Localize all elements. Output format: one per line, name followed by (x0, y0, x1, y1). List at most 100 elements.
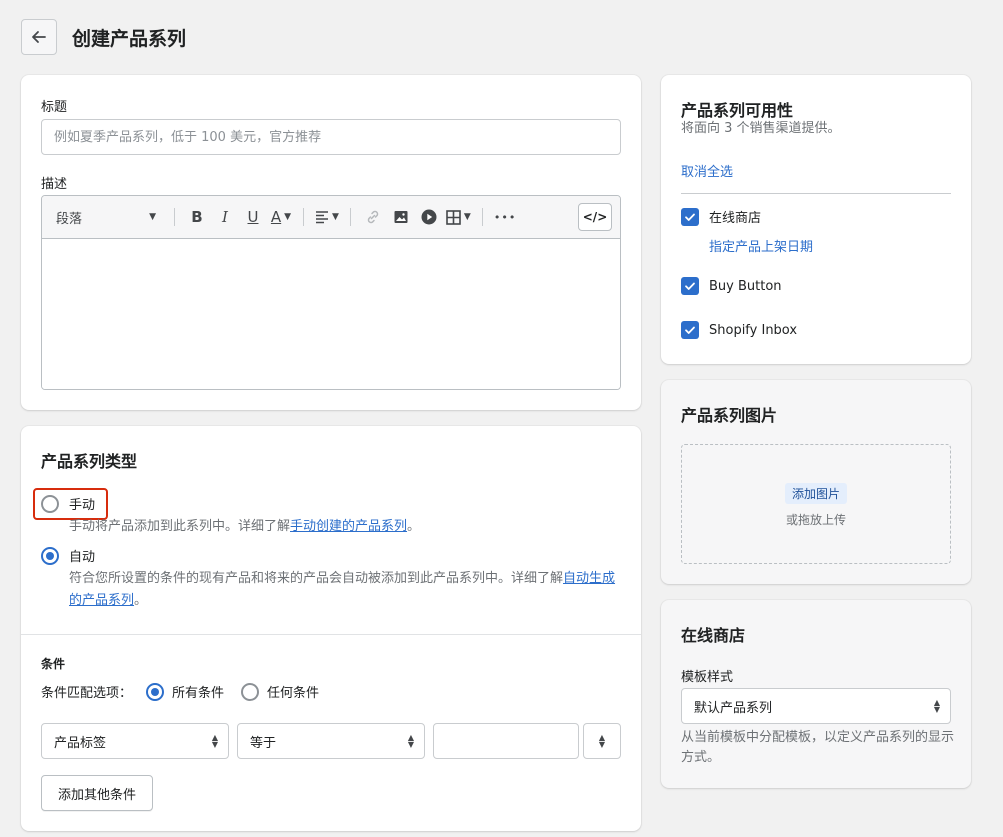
manual-help-prefix: 手动将产品添加到此系列中。详细了解 (69, 519, 291, 534)
title-input[interactable] (41, 119, 621, 155)
play-icon (421, 209, 437, 225)
chevron-down-icon: ▼ (332, 212, 339, 222)
chevron-down-icon: ▼ (149, 212, 156, 222)
condition-value-input[interactable] (433, 723, 579, 759)
bold-button[interactable]: B (186, 204, 208, 230)
toolbar-divider (303, 208, 304, 226)
checkmark-icon (685, 213, 695, 221)
description-editor: 段落 ▼ B I U A ▼ ▼ ▼ ••• </> (41, 195, 621, 390)
page-title: 创建产品系列 (72, 27, 187, 50)
table-icon (446, 209, 461, 225)
description-label: 描述 (41, 177, 68, 192)
shopify-inbox-checkbox[interactable] (681, 321, 699, 339)
collection-image-card: 产品系列图片 添加图片 或拖放上传 (661, 380, 971, 584)
automatic-radio-option[interactable]: 自动 (41, 546, 95, 565)
underline-button[interactable]: U (242, 204, 264, 230)
text-color-icon: A (270, 208, 282, 226)
section-divider (21, 634, 641, 635)
manual-radio-option[interactable]: 手动 (41, 494, 95, 513)
editor-toolbar: 段落 ▼ B I U A ▼ ▼ ▼ ••• </> (42, 196, 620, 239)
collection-type-card: 产品系列类型 手动 手动将产品添加到此系列中。详细了解手动创建的产品系列。 自动… (21, 426, 641, 831)
deselect-all-link[interactable]: 取消全选 (681, 161, 733, 180)
buy-button-label: Buy Button (709, 278, 782, 294)
collection-image-title: 产品系列图片 (681, 406, 778, 425)
title-label: 标题 (41, 100, 68, 115)
toolbar-divider (349, 208, 351, 226)
condition-operator-select[interactable]: 等于 ▲ ▼ (237, 723, 425, 759)
add-condition-button[interactable]: 添加其他条件 (41, 775, 154, 811)
format-select-value: 段落 (56, 211, 83, 227)
match-options: 条件匹配选项： 所有条件 任何条件 (41, 682, 319, 701)
all-conditions-label: 所有条件 (172, 686, 225, 701)
template-select-value: 默认产品系列 (694, 700, 773, 716)
link-icon (367, 210, 379, 224)
dropzone-hint: 或拖放上传 (785, 513, 846, 527)
automatic-label: 自动 (69, 550, 96, 565)
conditions-title: 条件 (41, 657, 66, 671)
manual-help-suffix: 。 (407, 519, 421, 534)
condition-field-value: 产品标签 (54, 735, 107, 751)
any-condition-label: 任何条件 (267, 686, 320, 701)
automatic-help-suffix: 。 (134, 593, 148, 608)
collection-type-title: 产品系列类型 (41, 452, 138, 471)
all-conditions-radio[interactable] (146, 682, 165, 701)
manual-help-text: 手动将产品添加到此系列中。详细了解手动创建的产品系列。 (69, 516, 420, 538)
toolbar-divider (481, 208, 483, 226)
channel-buy-button[interactable]: Buy Button (681, 277, 782, 295)
condition-value-stepper[interactable]: ▲ ▼ (583, 723, 621, 759)
online-store-checkbox[interactable] (681, 207, 699, 226)
automatic-help-text: 符合您所设置的条件的现有产品和将来的产品会自动被添加到此产品系列中。详细了解自动… (69, 568, 621, 612)
availability-subtitle: 将面向 3 个销售渠道提供。 (681, 121, 841, 136)
channel-online-store[interactable]: 在线商店 (681, 207, 761, 226)
online-store-label: 在线商店 (709, 211, 762, 226)
select-arrows-icon: ▲ ▼ (407, 733, 414, 749)
automatic-help-prefix: 符合您所设置的条件的现有产品和将来的产品会自动被添加到此产品系列中。详细了解 (69, 571, 564, 586)
select-arrows-icon: ▲ ▼ (598, 733, 606, 749)
online-store-title: 在线商店 (681, 626, 746, 645)
availability-divider (681, 193, 951, 194)
shopify-inbox-label: Shopify Inbox (709, 322, 798, 338)
code-view-button[interactable]: </> (578, 203, 612, 231)
format-select[interactable]: 段落 ▼ (56, 208, 166, 227)
arrow-left-icon (32, 31, 46, 43)
chevron-down-icon: ▼ (284, 212, 292, 222)
editor-content-area[interactable] (42, 239, 620, 389)
italic-button[interactable]: I (214, 204, 236, 230)
align-button[interactable]: ▼ (315, 204, 339, 230)
template-select[interactable]: 默认产品系列 ▲ ▼ (681, 688, 951, 724)
buy-button-checkbox[interactable] (681, 277, 699, 295)
manual-radio[interactable] (41, 494, 59, 513)
details-card: 标题 描述 段落 ▼ B I U A ▼ ▼ (21, 75, 641, 410)
toolbar-divider (174, 208, 175, 226)
manual-label: 手动 (69, 498, 96, 513)
align-left-icon (316, 211, 328, 224)
checkmark-icon (685, 282, 695, 290)
add-image-button[interactable]: 添加图片 (784, 483, 848, 504)
insert-image-button[interactable] (390, 204, 412, 230)
insert-video-button[interactable] (418, 204, 440, 230)
automatic-radio[interactable] (41, 546, 59, 565)
template-label: 模板样式 (681, 670, 734, 685)
link-button[interactable] (362, 204, 384, 230)
more-button[interactable]: ••• (494, 204, 516, 230)
template-help: 从当前模板中分配模板，以定义产品系列的显示方式。 (681, 730, 955, 765)
back-button[interactable] (21, 19, 57, 55)
text-color-button[interactable]: A ▼ (270, 204, 292, 230)
image-icon (394, 211, 408, 223)
condition-operator-value: 等于 (250, 735, 277, 751)
match-label: 条件匹配选项： (41, 686, 133, 701)
any-condition-radio[interactable] (241, 682, 260, 701)
schedule-availability-link[interactable]: 指定产品上架日期 (709, 236, 813, 255)
availability-card: 产品系列可用性 将面向 3 个销售渠道提供。 取消全选 在线商店 指定产品上架日… (661, 75, 971, 364)
online-store-card: 在线商店 模板样式 默认产品系列 ▲ ▼ 从当前模板中分配模板，以定义产品系列的显… (661, 600, 971, 788)
page-header: 创建产品系列 (21, 19, 186, 55)
insert-table-button[interactable]: ▼ (446, 204, 471, 230)
channel-shopify-inbox[interactable]: Shopify Inbox (681, 321, 797, 339)
checkmark-icon (685, 326, 695, 334)
select-arrows-icon: ▲ ▼ (933, 698, 940, 714)
image-dropzone[interactable]: 添加图片 或拖放上传 (681, 444, 951, 564)
chevron-down-icon: ▼ (463, 212, 471, 222)
condition-field-select[interactable]: 产品标签 ▲ ▼ (41, 723, 229, 759)
select-arrows-icon: ▲ ▼ (211, 733, 218, 749)
manual-help-link[interactable]: 手动创建的产品系列 (290, 519, 407, 534)
